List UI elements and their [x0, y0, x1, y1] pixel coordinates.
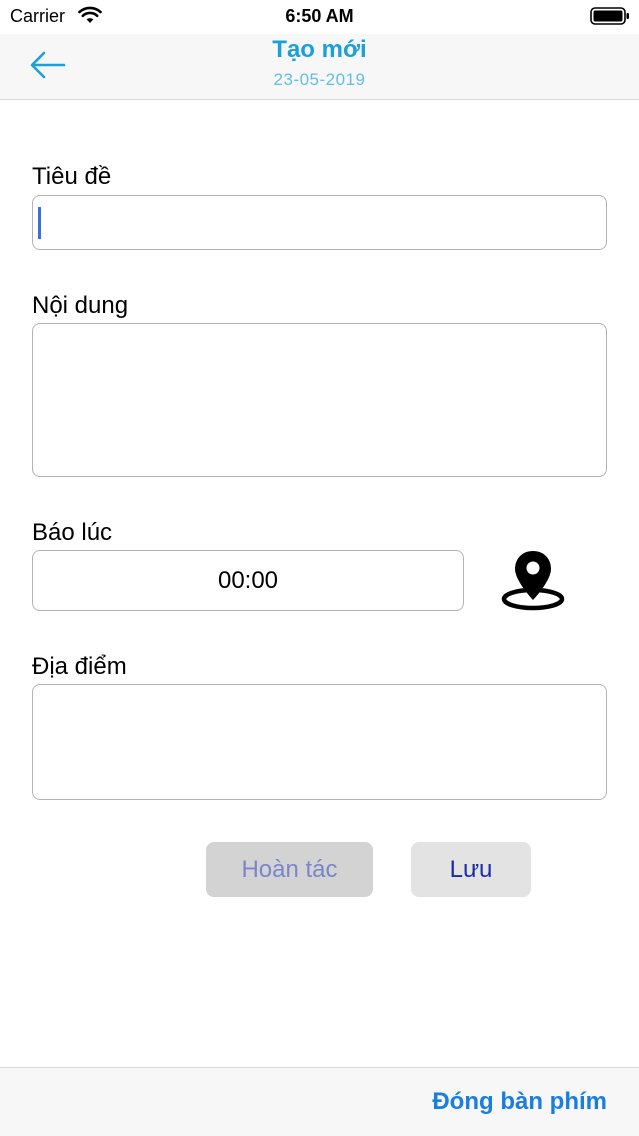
- page-date: 23-05-2019: [273, 70, 366, 89]
- screen: Carrier 6:50 AM Tạo mới 23-05-2019 Tiêu …: [0, 0, 639, 1136]
- map-pin-icon[interactable]: [500, 548, 566, 614]
- dismiss-keyboard-button[interactable]: Đóng bàn phím: [432, 1088, 607, 1116]
- battery-icon: [590, 7, 629, 25]
- keyboard-accessory-bar: Đóng bàn phím: [0, 1067, 639, 1136]
- title-field-container: [32, 195, 607, 250]
- alarm-time-value: 00:00: [217, 566, 279, 594]
- content-input[interactable]: [33, 324, 606, 476]
- text-caret: [38, 207, 41, 239]
- undo-button[interactable]: Hoàn tác: [206, 842, 373, 897]
- navigation-bar: Tạo mới 23-05-2019: [0, 34, 639, 100]
- location-input[interactable]: [33, 685, 606, 799]
- content-field-container: [32, 323, 607, 477]
- alarm-time-picker[interactable]: 00:00: [32, 550, 464, 611]
- title-input[interactable]: [33, 196, 606, 249]
- save-button[interactable]: Lưu: [411, 842, 531, 897]
- page-title: Tạo mới: [272, 36, 367, 63]
- status-bar: Carrier 6:50 AM: [0, 0, 639, 34]
- alarm-label: Báo lúc: [32, 519, 113, 546]
- location-label: Địa điểm: [32, 653, 127, 680]
- location-field-container: [32, 684, 607, 800]
- status-clock: 6:50 AM: [285, 6, 354, 26]
- content-label: Nội dung: [32, 292, 129, 319]
- title-label: Tiêu đề: [32, 163, 112, 190]
